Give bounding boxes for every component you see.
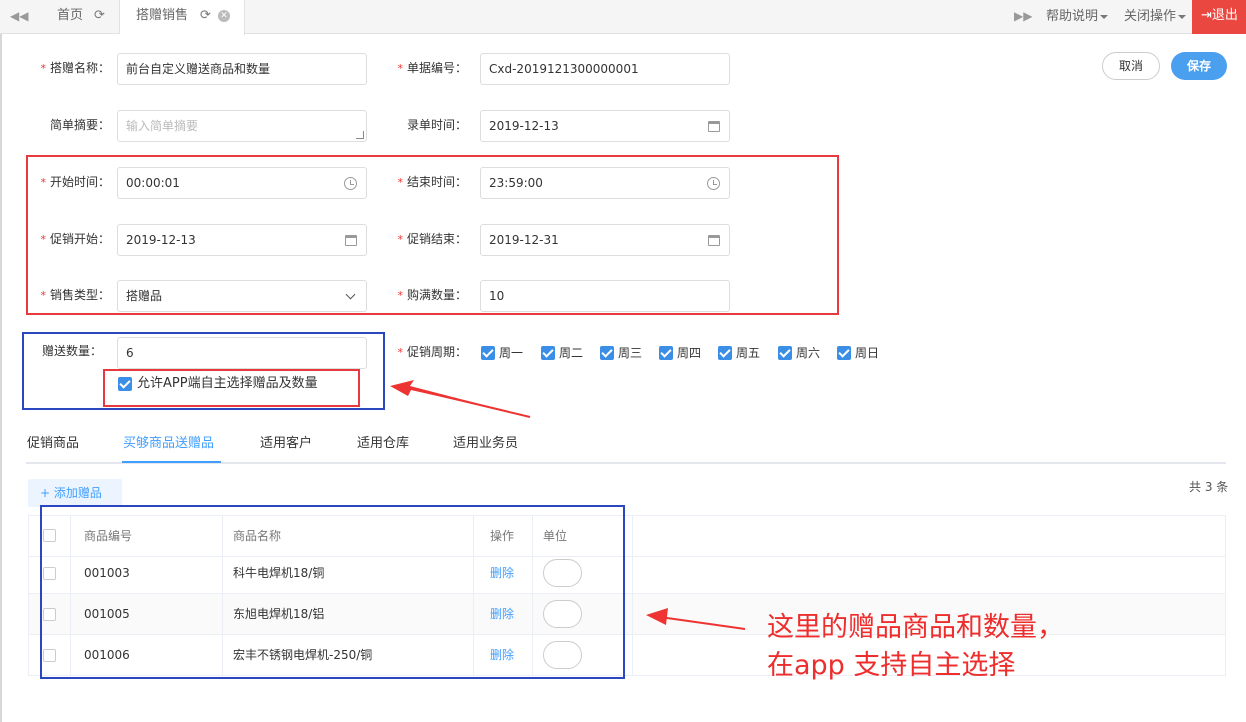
day-checkbox-sun[interactable] — [837, 346, 851, 360]
caret-down-icon — [1178, 14, 1187, 19]
record-time-value: 2019-12-13 — [489, 119, 559, 133]
tab-warehouses[interactable]: 适用仓库 — [357, 434, 409, 454]
summary-label: 简单摘要： — [49, 118, 110, 132]
annotation-blue-box-gift-table — [40, 505, 625, 679]
day-checkbox-fri[interactable] — [718, 346, 732, 360]
logout-button[interactable]: ⇥退出 — [1192, 0, 1246, 34]
name-label: * 搭赠名称： — [30, 60, 110, 76]
tab-customers[interactable]: 适用客户 — [260, 434, 312, 454]
tab-gift-sales[interactable]: 搭赠销售 ⟳ ✕ — [120, 0, 245, 35]
left-border — [0, 34, 2, 722]
resize-handle-icon[interactable] — [356, 131, 364, 139]
refresh-icon[interactable]: ⟳ — [94, 0, 105, 32]
close-icon[interactable]: ✕ — [218, 10, 230, 22]
plus-icon: + — [40, 486, 54, 500]
day-label-wed: 周三 — [618, 346, 643, 360]
doc-no-value: Cxd-2019121300000001 — [489, 62, 639, 76]
arrow-head-icon — [390, 380, 530, 417]
active-tab-indicator — [122, 461, 221, 463]
day-checkbox-sat[interactable] — [778, 346, 792, 360]
day-checkbox-wed[interactable] — [600, 346, 614, 360]
annotation-text-line-1: 这里的赠品商品和数量， — [767, 612, 1064, 643]
gift-name-value: 前台自定义赠送商品和数量 — [126, 62, 271, 76]
tab-buy-get-gift[interactable]: 买够商品送赠品 — [123, 434, 214, 454]
record-time-label: 录单时间： — [406, 118, 467, 132]
promo-cycle-label: * 促销周期： — [395, 344, 467, 360]
top-tab-bar: ◀◀ 首页 ⟳ 搭赠销售 ⟳ ✕ ▶▶ 帮助说明 关闭操作 ⇥退出 — [0, 0, 1246, 35]
close-operations-label: 关闭操作 — [1124, 9, 1177, 24]
caret-down-icon — [1100, 14, 1109, 19]
calendar-icon — [708, 121, 720, 132]
add-gift-label: 添加赠品 — [53, 486, 102, 500]
promo-cycle-label-text: 促销周期： — [406, 345, 467, 359]
day-label-tue: 周二 — [559, 346, 584, 360]
day-checkbox-tue[interactable] — [541, 346, 555, 360]
summary-textarea[interactable]: 输入简单摘要 — [117, 110, 367, 142]
help-menu[interactable]: 帮助说明 — [1046, 0, 1109, 34]
annotation-arrow-left — [390, 380, 531, 418]
doc-no-label-text: 单据编号： — [406, 61, 467, 75]
gift-name-input[interactable]: 前台自定义赠送商品和数量 — [117, 53, 367, 85]
day-label-sun: 周日 — [855, 346, 880, 360]
save-button[interactable]: 保存 — [1171, 52, 1227, 80]
tab-promo-goods[interactable]: 促销商品 — [27, 434, 79, 454]
cancel-button[interactable]: 取消 — [1102, 52, 1160, 80]
logout-icon: ⇥ — [1201, 8, 1212, 23]
arrow-line — [404, 386, 531, 418]
column-divider — [632, 516, 633, 676]
tab-salespersons[interactable]: 适用业务员 — [453, 434, 518, 454]
name-label-text: 搭赠名称： — [49, 61, 110, 75]
scroll-left-icon[interactable]: ◀◀ — [10, 9, 28, 23]
tab-home-label: 首页 — [57, 8, 84, 23]
close-operations-menu[interactable]: 关闭操作 — [1124, 0, 1187, 34]
annotation-red-box-allow-app — [103, 369, 360, 407]
day-checkbox-thu[interactable] — [659, 346, 673, 360]
tab-home[interactable]: 首页 ⟳ — [42, 0, 120, 34]
scroll-right-icon[interactable]: ▶▶ — [1014, 9, 1032, 23]
required-mark: * — [397, 62, 403, 75]
record-time-input[interactable]: 2019-12-13 — [480, 110, 730, 142]
detail-tabs: 促销商品 买够商品送赠品 适用客户 适用仓库 适用业务员 — [26, 426, 1226, 464]
required-mark: * — [397, 346, 403, 359]
summary-placeholder: 输入简单摘要 — [126, 119, 199, 133]
doc-no-label: * 单据编号： — [395, 60, 467, 76]
day-label-sat: 周六 — [796, 346, 821, 360]
logout-label: 退出 — [1211, 8, 1238, 23]
annotation-red-box-promo-settings — [26, 155, 839, 315]
required-mark: * — [40, 62, 46, 75]
refresh-icon[interactable]: ⟳ — [200, 0, 211, 32]
add-gift-button[interactable]: + 添加赠品 — [28, 479, 122, 507]
total-count: 共 3 条 — [1189, 480, 1229, 494]
help-menu-label: 帮助说明 — [1046, 9, 1099, 24]
doc-no-input[interactable]: Cxd-2019121300000001 — [480, 53, 730, 85]
tab-gift-sales-label: 搭赠销售 — [136, 8, 189, 23]
day-label-mon: 周一 — [499, 346, 524, 360]
annotation-text-line-2: 在app 支持自主选择 — [767, 650, 1016, 681]
day-label-fri: 周五 — [736, 346, 761, 360]
day-label-thu: 周四 — [677, 346, 702, 360]
day-checkbox-mon[interactable] — [481, 346, 495, 360]
